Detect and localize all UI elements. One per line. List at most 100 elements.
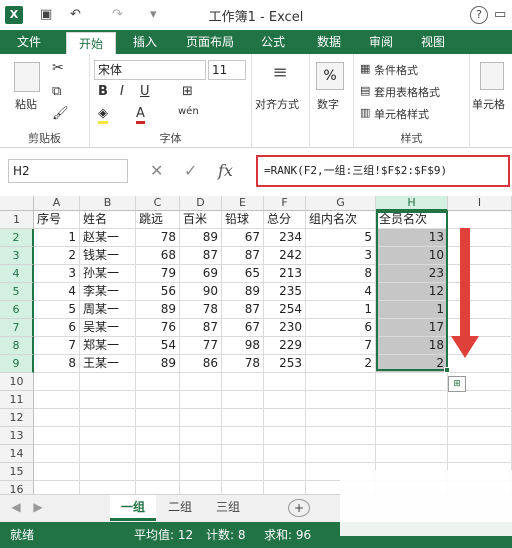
empty-cell[interactable] xyxy=(34,463,80,481)
data-cell[interactable]: 5 xyxy=(34,301,80,319)
ribbon-display-icon[interactable]: ▭ xyxy=(494,6,506,24)
empty-cell[interactable] xyxy=(448,301,512,319)
enter-icon[interactable]: ✓ xyxy=(184,162,197,180)
sheet-tab-2[interactable]: 二组 xyxy=(158,495,202,521)
copy-icon[interactable]: ⧉ xyxy=(52,84,61,99)
data-cell[interactable]: 87 xyxy=(222,301,264,319)
format-painter-icon[interactable]: 🖌 xyxy=(52,106,69,121)
data-cell[interactable]: 2 xyxy=(376,355,448,373)
cell-style-icon[interactable]: ▥ xyxy=(360,106,370,119)
tab-file[interactable]: 文件 xyxy=(0,30,58,54)
data-cell[interactable]: 郑某一 xyxy=(80,337,136,355)
data-cell[interactable]: 李某一 xyxy=(80,283,136,301)
data-cell[interactable]: 253 xyxy=(264,355,306,373)
row-header-4[interactable]: 4 xyxy=(0,265,34,283)
phonetic-button[interactable]: wén xyxy=(178,106,199,117)
row-header-8[interactable]: 8 xyxy=(0,337,34,355)
empty-cell[interactable] xyxy=(80,391,136,409)
data-cell[interactable]: 68 xyxy=(136,247,180,265)
empty-cell[interactable] xyxy=(34,391,80,409)
empty-cell[interactable] xyxy=(306,445,376,463)
data-cell[interactable]: 周某一 xyxy=(80,301,136,319)
data-cell[interactable]: 235 xyxy=(264,283,306,301)
empty-cell[interactable] xyxy=(222,427,264,445)
italic-button[interactable]: I xyxy=(120,84,124,99)
data-cell[interactable]: 5 xyxy=(306,229,376,247)
data-cell[interactable]: 1 xyxy=(376,301,448,319)
data-cell[interactable]: 4 xyxy=(306,283,376,301)
column-header-f[interactable]: F xyxy=(264,196,306,211)
empty-cell[interactable] xyxy=(136,409,180,427)
border-icon[interactable]: ⊞ xyxy=(182,84,193,99)
data-cell[interactable]: 吴某一 xyxy=(80,319,136,337)
data-cell[interactable]: 77 xyxy=(180,337,222,355)
format-table-button[interactable]: 套用表格格式 xyxy=(374,84,440,100)
column-header-e[interactable]: E xyxy=(222,196,264,211)
data-cell[interactable]: 78 xyxy=(136,229,180,247)
empty-cell[interactable] xyxy=(376,373,448,391)
empty-cell[interactable] xyxy=(80,463,136,481)
cut-icon[interactable]: ✂ xyxy=(52,60,64,76)
row-header-16[interactable]: 16 xyxy=(0,481,34,494)
row-header-3[interactable]: 3 xyxy=(0,247,34,265)
row-header-15[interactable]: 15 xyxy=(0,463,34,481)
row-header-6[interactable]: 6 xyxy=(0,301,34,319)
empty-cell[interactable] xyxy=(34,427,80,445)
data-cell[interactable]: 86 xyxy=(180,355,222,373)
data-cell[interactable]: 赵某一 xyxy=(80,229,136,247)
row-header-14[interactable]: 14 xyxy=(0,445,34,463)
empty-cell[interactable] xyxy=(376,445,448,463)
data-cell[interactable]: 17 xyxy=(376,319,448,337)
empty-cell[interactable] xyxy=(180,427,222,445)
paste-icon[interactable] xyxy=(14,62,40,92)
data-cell[interactable]: 3 xyxy=(306,247,376,265)
empty-cell[interactable] xyxy=(448,445,512,463)
empty-cell[interactable] xyxy=(448,391,512,409)
empty-cell[interactable] xyxy=(448,319,512,337)
name-box[interactable]: H2 xyxy=(8,159,128,183)
empty-cell[interactable] xyxy=(136,481,180,494)
column-header-a[interactable]: A xyxy=(34,196,80,211)
empty-cell[interactable] xyxy=(376,391,448,409)
empty-cell[interactable] xyxy=(306,373,376,391)
row-header-11[interactable]: 11 xyxy=(0,391,34,409)
sheet-tab-3[interactable]: 三组 xyxy=(206,495,250,521)
alignment-label[interactable]: 对齐方式 xyxy=(255,96,299,112)
paste-label[interactable]: 粘贴 xyxy=(15,96,37,112)
empty-cell[interactable] xyxy=(448,265,512,283)
row-header-7[interactable]: 7 xyxy=(0,319,34,337)
empty-cell[interactable] xyxy=(180,391,222,409)
cell-style-button[interactable]: 单元格样式 xyxy=(374,106,429,122)
empty-cell[interactable] xyxy=(136,427,180,445)
underline-button[interactable]: U xyxy=(140,84,150,99)
header-cell[interactable]: 组内名次 xyxy=(306,211,376,229)
empty-cell[interactable] xyxy=(80,427,136,445)
empty-cell[interactable] xyxy=(222,373,264,391)
data-cell[interactable]: 12 xyxy=(376,283,448,301)
data-cell[interactable]: 23 xyxy=(376,265,448,283)
data-cell[interactable]: 王某一 xyxy=(80,355,136,373)
data-cell[interactable]: 98 xyxy=(222,337,264,355)
data-cell[interactable]: 87 xyxy=(180,247,222,265)
formula-input[interactable]: =RANK(F2,一组:三组!$F$2:$F$9) xyxy=(256,155,510,187)
row-header-2[interactable]: 2 xyxy=(0,229,34,247)
quick-analysis-icon[interactable]: ⊞ xyxy=(448,376,466,392)
empty-cell[interactable] xyxy=(80,445,136,463)
row-header-1[interactable]: 1 xyxy=(0,211,34,229)
empty-cell[interactable] xyxy=(376,409,448,427)
empty-cell[interactable] xyxy=(136,445,180,463)
empty-cell[interactable] xyxy=(136,391,180,409)
empty-cell[interactable] xyxy=(180,445,222,463)
data-cell[interactable]: 79 xyxy=(136,265,180,283)
data-cell[interactable]: 89 xyxy=(222,283,264,301)
format-table-icon[interactable]: ▤ xyxy=(360,84,370,97)
data-cell[interactable]: 7 xyxy=(34,337,80,355)
add-sheet-button[interactable]: + xyxy=(288,499,310,517)
empty-cell[interactable] xyxy=(34,409,80,427)
cells-label[interactable]: 单元格 xyxy=(472,96,505,112)
data-cell[interactable]: 234 xyxy=(264,229,306,247)
data-cell[interactable]: 230 xyxy=(264,319,306,337)
alignment-icon[interactable]: ≡ xyxy=(266,62,294,90)
data-cell[interactable]: 90 xyxy=(180,283,222,301)
fill-color-icon[interactable]: ◈ xyxy=(98,106,108,124)
